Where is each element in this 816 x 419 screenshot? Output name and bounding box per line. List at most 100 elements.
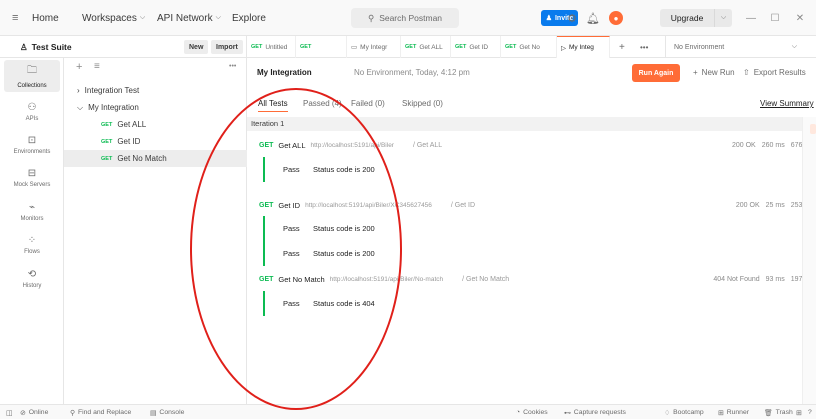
collections-sidebar: + ≡ ••• › Integration Test ⌵ My Integratio… [64, 58, 247, 404]
chevron-right-icon: › [77, 86, 80, 95]
iteration-header: Iteration 1 [247, 117, 802, 131]
help-icon[interactable]: ? [808, 405, 812, 419]
tab-my-integration-active[interactable]: ▷ My Integ [557, 36, 610, 58]
tab-get-id[interactable]: GET Get ID [451, 36, 501, 58]
cookies-button[interactable]: ◔ Cookies [516, 405, 548, 419]
cookie-icon: ◔ [516, 409, 521, 416]
runner-button[interactable]: ⊞ Runner [718, 405, 749, 419]
online-status[interactable]: ⊘ Online [20, 405, 48, 419]
console-button[interactable]: ▤ Console [150, 405, 184, 419]
nav-workspaces[interactable]: Workspaces ⌵ [82, 0, 145, 36]
capture-label: Capture requests [573, 409, 626, 416]
tree-label: Get ID [117, 137, 141, 146]
more-icon[interactable]: ••• [229, 63, 236, 70]
rail-monitors[interactable]: ⌁ Monitors [4, 196, 60, 228]
environment-label: No Environment [674, 43, 725, 51]
status-code: 404 Not Found [713, 275, 760, 283]
request-row-get-id[interactable]: GET Get ID http://localhost:5191/api/Bil… [259, 198, 809, 212]
avatar[interactable]: ● [609, 11, 623, 25]
check-circle-icon: ⊘ [20, 409, 26, 417]
nav-api-network[interactable]: API Network ⌵ [157, 0, 221, 36]
request-row-get-no-match[interactable]: GET Get No Match http://localhost:5191/a… [259, 272, 809, 286]
nav-explore-label: Explore [232, 12, 266, 24]
nav-explore[interactable]: Explore [232, 0, 266, 36]
close-icon[interactable]: ✕ [794, 0, 806, 36]
plus-icon: + [693, 68, 698, 77]
run-again-button[interactable]: Run Again [632, 64, 680, 82]
import-button[interactable]: Import [211, 40, 243, 54]
sidebar-toggle-icon[interactable]: ◫ [6, 405, 12, 419]
request-url: http://localhost:5191/api/Biler/No-match [329, 275, 444, 283]
assertion-result: Pass [283, 249, 300, 258]
console-label: Console [159, 409, 185, 416]
minimize-icon[interactable]: — [745, 0, 757, 36]
tab-untitled[interactable]: GET Untitled [247, 36, 296, 58]
console-icon: ▤ [150, 409, 157, 417]
tab-my-integration-1[interactable]: ▭ My Integr [347, 36, 401, 58]
method-badge: GET [259, 201, 274, 209]
tree-request-get-id[interactable]: GET Get ID [64, 133, 247, 150]
rail-apis[interactable]: ⚇ APIs [4, 96, 60, 128]
new-tab-plus-icon[interactable]: + [619, 36, 625, 58]
tab-skipped[interactable]: Skipped (0) [402, 99, 443, 108]
capture-icon: ⊷ [564, 409, 571, 417]
tab-get[interactable]: GET [296, 36, 347, 58]
workspace-name-label: Test Suite [31, 42, 72, 52]
view-summary-link[interactable]: View Summary [760, 99, 814, 108]
runner-label: Runner [726, 409, 749, 416]
export-results-button[interactable]: ⇧ Export Results [743, 68, 806, 77]
tree-label: Get No Match [117, 154, 167, 163]
plus-icon[interactable]: + [76, 61, 82, 73]
rail-environments[interactable]: ⊡ Environments [4, 129, 60, 161]
rail-label: Flows [24, 249, 40, 255]
maximize-icon[interactable]: ☐ [769, 0, 781, 36]
gear-icon[interactable]: ⚙ [565, 0, 579, 36]
cookies-label: Cookies [523, 409, 548, 416]
tree-request-get-no-match[interactable]: GET Get No Match [64, 150, 247, 167]
assertion-row: Pass Status code is 200 [265, 157, 375, 182]
tab-all-tests[interactable]: All Tests [258, 99, 288, 112]
status-bar: ◫ ⊘ Online ⚲ Find and Replace ▤ Console ◔ Co… [0, 404, 816, 419]
result-filter-tabs: All Tests Passed (4) Failed (0) Skipped … [247, 96, 816, 114]
rail-collections[interactable]: 🗀︎ Collections [4, 60, 60, 92]
top-bar: ≡ Home Workspaces ⌵ API Network ⌵ Explore … [0, 0, 816, 36]
tree-request-get-all[interactable]: GET Get ALL [64, 116, 247, 133]
tab-failed[interactable]: Failed (0) [351, 99, 385, 108]
rail-label: Monitors [20, 216, 44, 222]
hamburger-icon[interactable]: ≡ [12, 0, 24, 36]
tab-get-all[interactable]: GET Get ALL [401, 36, 451, 58]
search-icon: ⚲ [367, 12, 375, 23]
filter-icon[interactable]: ≡ [94, 61, 100, 72]
tab-get-no-match[interactable]: GET Get No [501, 36, 557, 58]
tree-label: Get ALL [117, 120, 147, 129]
search-placeholder: Search Postman [379, 13, 443, 23]
find-replace-button[interactable]: ⚲ Find and Replace [70, 405, 131, 419]
assertion-row: Pass Status code is 200 [265, 241, 375, 266]
rail-history[interactable]: ⟲ History [4, 263, 60, 295]
tab-passed[interactable]: Passed (4) [303, 99, 342, 108]
trash-button[interactable]: 🗑︎ Trash [764, 405, 793, 419]
new-run-button[interactable]: + New Run [693, 68, 735, 77]
request-tab-bar: GET Untitled GET ▭ My Integr GET Get ALL GE… [247, 36, 816, 58]
chevron-down-icon[interactable]: ⌵ [714, 9, 732, 27]
environment-select[interactable]: No Environment ⌵ [665, 36, 805, 58]
assertion-text: Status code is 200 [313, 165, 375, 174]
more-tabs-icon[interactable]: ••• [640, 36, 648, 58]
bootcamp-icon: ♢ [664, 409, 671, 417]
tree-collection-integration-test[interactable]: › Integration Test [64, 82, 247, 99]
bell-icon[interactable]: 🔔︎ [586, 0, 600, 36]
upgrade-button[interactable]: Upgrade ⌵ [660, 9, 732, 27]
rail-mock-servers[interactable]: ⊟ Mock Servers [4, 162, 60, 194]
search-input[interactable]: ⚲ Search Postman [351, 8, 459, 28]
workspace-name[interactable]: ♙ Test Suite [20, 36, 72, 58]
nav-home[interactable]: Home [32, 0, 59, 36]
bootcamp-button[interactable]: ♢ Bootcamp [664, 405, 704, 419]
rail-flows[interactable]: ⁘ Flows [4, 229, 60, 261]
tree-collection-my-integration[interactable]: ⌵ My Integration [64, 99, 247, 116]
request-row-get-all[interactable]: GET Get ALL http://localhost:5191/api/Bi… [259, 138, 809, 152]
capture-requests-button[interactable]: ⊷ Capture requests [564, 405, 626, 419]
workspace-header: ♙ Test Suite New Import [0, 36, 247, 58]
layout-icon[interactable]: ⊞ [796, 405, 802, 419]
new-button[interactable]: New [184, 40, 209, 54]
assertion-text: Status code is 200 [313, 224, 375, 233]
